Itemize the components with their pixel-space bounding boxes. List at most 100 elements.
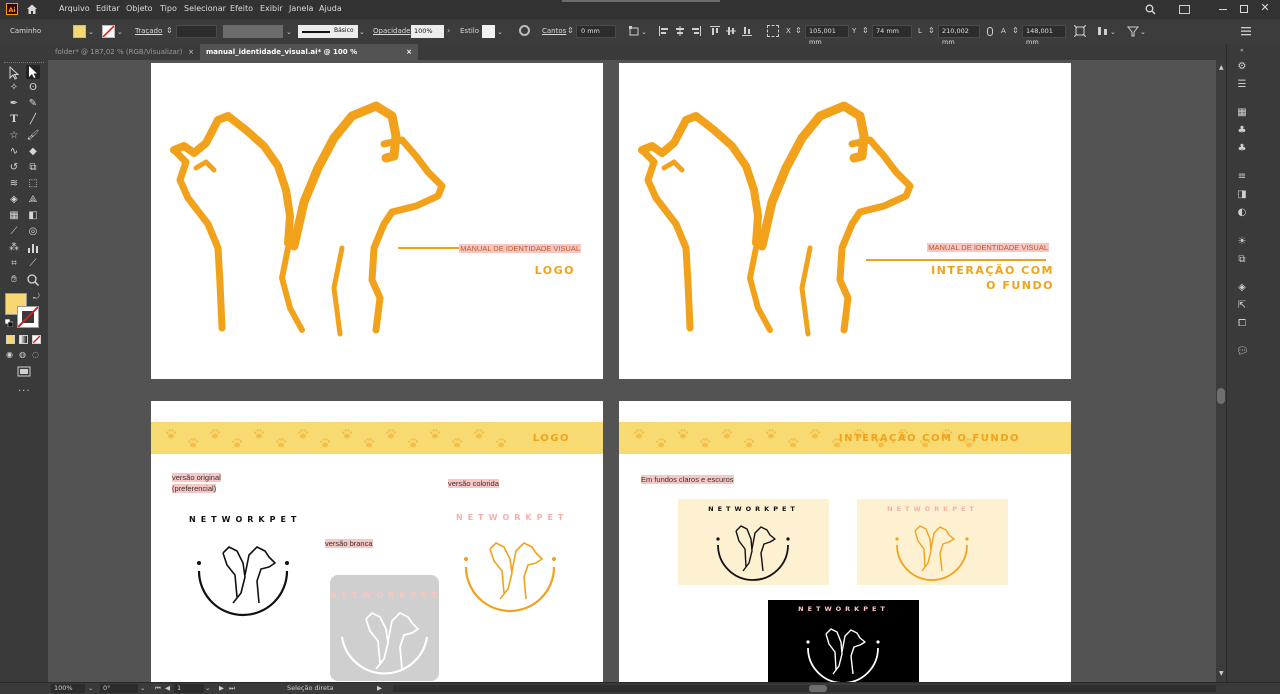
last-artboard-icon[interactable]: ⏭ — [229, 684, 235, 693]
tab-manual-identidade[interactable]: manual_identidade_visual.ai* @ 100 % (RG… — [200, 44, 418, 72]
close-icon[interactable]: ✕ — [1259, 2, 1271, 14]
star-tool-icon[interactable]: ☆ — [7, 129, 21, 143]
panel-menu-icon[interactable] — [1241, 26, 1251, 36]
chevron-down-icon[interactable]: ⌄ — [286, 27, 292, 37]
transparency-panel-icon[interactable]: ◐ — [1236, 207, 1248, 219]
menu-janela[interactable]: Janela — [289, 4, 313, 13]
corners-label[interactable]: Cantos — [542, 27, 566, 35]
screen-mode-icon[interactable] — [17, 366, 31, 378]
menu-ajuda[interactable]: Ajuda — [319, 4, 342, 13]
brush-definition[interactable]: Básico — [298, 25, 358, 38]
chevron-down-icon[interactable]: ⌄ — [497, 27, 503, 37]
stroke-swatch[interactable] — [102, 25, 115, 38]
artboard-cover-background[interactable]: MANUAL DE IDENTIDADE VISUAL INTERAÇÃO CO… — [619, 63, 1071, 379]
stepper-icon[interactable]: ⇕ — [862, 26, 869, 36]
selection-tool-icon[interactable] — [7, 65, 21, 80]
corners-field[interactable]: 0 mm — [576, 25, 616, 38]
blend-tool-icon[interactable]: ◎ — [26, 225, 40, 239]
swap-fill-stroke-icon[interactable]: ⤾ — [33, 292, 40, 302]
recolor-artwork-icon[interactable] — [519, 25, 530, 36]
workspace-switcher[interactable] — [562, 0, 720, 2]
layers-mini-icon[interactable]: ☰ — [1236, 79, 1248, 91]
scale-tool-icon[interactable]: ⧉ — [26, 161, 40, 175]
menu-tipo[interactable]: Tipo — [160, 4, 177, 13]
status-menu-icon[interactable]: ▶ — [377, 684, 382, 692]
first-artboard-icon[interactable]: ⏮ — [155, 684, 161, 693]
gradient-tool-icon[interactable]: ◧ — [26, 209, 40, 223]
zoom-tool-icon[interactable] — [26, 273, 40, 287]
chevron-down-icon[interactable]: ⌄ — [88, 27, 94, 37]
stroke-color-swatch[interactable] — [17, 306, 39, 328]
isolate-icon[interactable] — [1126, 25, 1140, 37]
draw-behind-icon[interactable]: ◍ — [19, 350, 26, 359]
distribute-icon[interactable] — [1097, 25, 1109, 37]
stepper-icon[interactable]: ⇕ — [795, 26, 802, 36]
chevron-down-icon[interactable]: ⌄ — [205, 684, 210, 692]
direct-selection-tool-icon[interactable] — [26, 65, 40, 79]
stroke-weight-field[interactable] — [176, 25, 217, 38]
appearance-panel-icon[interactable]: ☀︎ — [1236, 236, 1248, 248]
graphic-styles-icon[interactable]: ⧉ — [1236, 254, 1248, 266]
curvature-tool-icon[interactable]: ✎ — [26, 97, 40, 111]
stepper-icon[interactable]: ⇕ — [1012, 26, 1019, 36]
vertical-scrollbar[interactable]: ▲ ▼ — [1216, 60, 1226, 682]
stepper-icon[interactable]: ⇕ — [166, 26, 173, 36]
slice-tool-icon[interactable]: ⟋ — [26, 257, 40, 271]
opacity-label[interactable]: Opacidade — [373, 27, 411, 35]
chevron-down-icon[interactable]: ⌄ — [1110, 27, 1116, 37]
y-field[interactable]: 74 mm — [872, 25, 912, 38]
stepper-icon[interactable]: ⇕ — [567, 26, 574, 36]
home-icon[interactable] — [26, 3, 38, 15]
stroke-label[interactable]: Traçado — [135, 27, 162, 35]
none-mode-icon[interactable] — [32, 335, 41, 344]
chevron-down-icon[interactable]: ⌄ — [359, 27, 365, 37]
x-field[interactable]: 105,001 mm — [805, 25, 849, 46]
variable-width-profile[interactable] — [223, 25, 283, 38]
menu-exibir[interactable]: Exibir — [260, 4, 283, 13]
artboard-logo-page[interactable]: LOGO versão original (preferencial) vers… — [151, 401, 603, 682]
comments-panel-icon[interactable]: 💬︎ — [1236, 346, 1249, 358]
perspective-grid-icon[interactable]: ⟁ — [26, 193, 40, 207]
swatches-panel-icon[interactable]: ▦ — [1236, 107, 1248, 119]
menu-efeito[interactable]: Efeito — [230, 4, 253, 13]
graphic-style-swatch[interactable] — [482, 25, 495, 38]
next-artboard-icon[interactable]: ▶ — [219, 684, 224, 692]
transform-icon[interactable] — [1073, 24, 1087, 38]
constrain-proportions-icon[interactable] — [987, 27, 993, 36]
edit-toolbar-icon[interactable]: ··· — [18, 386, 31, 397]
canvas[interactable]: MANUAL DE IDENTIDADE VISUAL LOGO MANUAL … — [48, 60, 1216, 682]
tab-folder[interactable]: folder* @ 187,02 % (RGB/Visualizar) × — [49, 44, 200, 60]
export-panel-icon[interactable]: ⇱ — [1236, 300, 1248, 312]
pen-tool-icon[interactable]: ✒ — [7, 97, 21, 111]
restore-icon[interactable] — [1240, 5, 1248, 13]
draw-inside-icon[interactable]: ◌ — [32, 350, 39, 359]
artboard-background-page[interactable]: INTERAÇÃO COM O FUNDO Em fundos claros e… — [619, 401, 1071, 682]
chevron-down-icon[interactable]: ▼ — [1219, 670, 1224, 677]
layers-panel-icon[interactable]: ◈ — [1236, 282, 1248, 294]
menu-objeto[interactable]: Objeto — [126, 4, 153, 13]
symbol-sprayer-icon[interactable]: ⁂ — [7, 241, 21, 255]
height-field[interactable]: 148,001 mm — [1022, 25, 1066, 46]
graph-tool-icon[interactable] — [26, 241, 40, 255]
symbols-panel-icon[interactable]: ♣ — [1236, 143, 1248, 155]
properties-panel-icon[interactable]: ⚙︎ — [1236, 61, 1248, 73]
menu-selecionar[interactable]: Selecionar — [184, 4, 226, 13]
scroll-thumb[interactable] — [1217, 388, 1225, 404]
rotate-tool-icon[interactable]: ↺ — [7, 161, 21, 175]
mesh-tool-icon[interactable]: ▦ — [7, 209, 21, 223]
close-icon[interactable]: × — [406, 44, 412, 60]
line-tool-icon[interactable]: ╱ — [26, 113, 40, 127]
zoom-field[interactable]: 100% — [51, 684, 85, 693]
search-icon[interactable] — [1145, 4, 1156, 15]
align-bottom-icon[interactable] — [741, 25, 753, 37]
eraser-icon[interactable]: ◆ — [26, 145, 40, 159]
stroke-panel-icon[interactable]: ≡ — [1236, 171, 1248, 183]
chevron-down-icon[interactable]: ⌄ — [641, 27, 647, 37]
artboard-tool-icon[interactable]: ⌗ — [7, 257, 21, 271]
menu-editar[interactable]: Editar — [96, 4, 120, 13]
align-left-icon[interactable] — [658, 25, 670, 37]
chevron-down-icon[interactable]: ⌄ — [117, 27, 123, 37]
width-field[interactable]: 210,002 mm — [938, 25, 980, 46]
horizontal-scrollbar[interactable] — [393, 685, 1216, 692]
paintbrush-icon[interactable]: 🖌︎ — [26, 129, 40, 143]
